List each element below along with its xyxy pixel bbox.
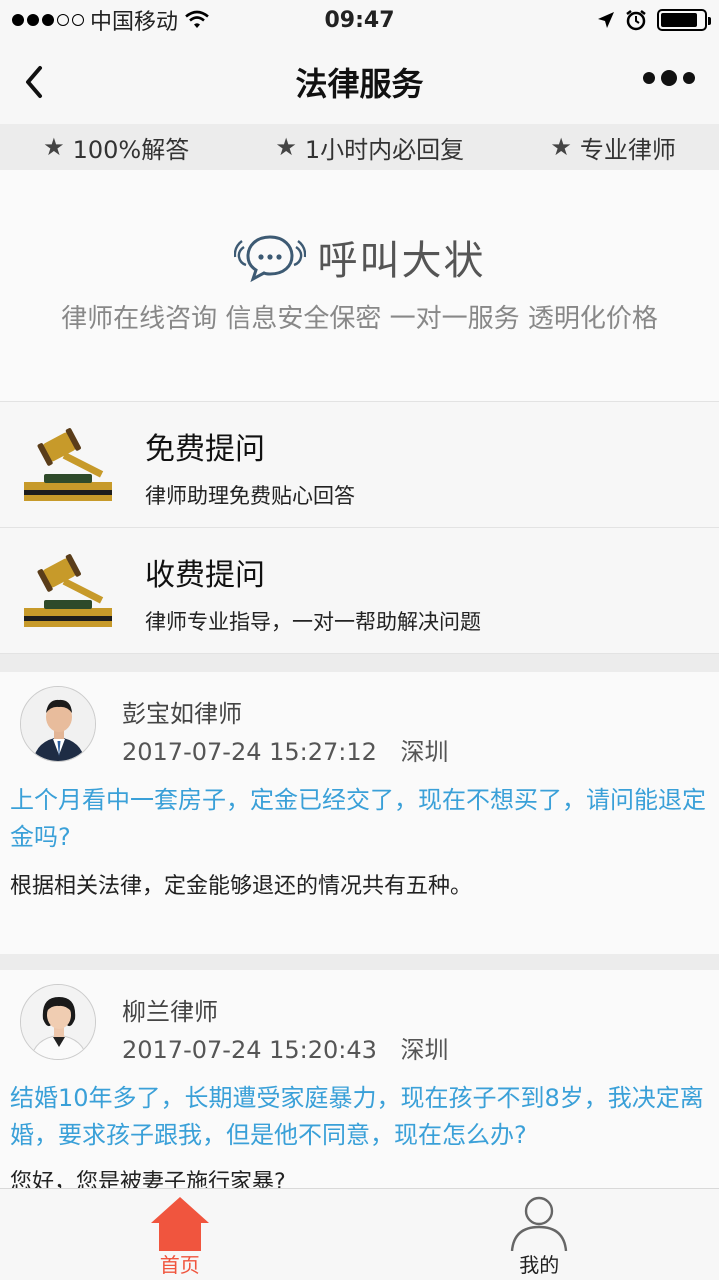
answer-text: 根据相关法律，定金能够退还的情况共有五种。 <box>10 874 473 899</box>
star-icon: ★ <box>550 133 572 161</box>
option-description: 律师助理免费贴心回答 <box>145 484 355 508</box>
gavel-icon <box>24 428 112 501</box>
location-arrow-icon <box>598 12 614 28</box>
paid-question-option[interactable]: 收费提问 律师专业指导，一对一帮助解决问题 <box>0 528 719 654</box>
post-city: 深圳 <box>400 738 449 766</box>
feature-item: ★ 1小时内必回复 <box>275 130 464 165</box>
brand-name: 呼叫大状 <box>317 238 486 284</box>
lawyer-portrait-icon <box>21 985 95 1059</box>
tab-label: 我的 <box>519 1253 560 1277</box>
battery-icon <box>657 9 711 31</box>
nav-bar: 法律服务 <box>0 40 719 124</box>
section-divider <box>0 954 719 970</box>
feature-item: ★ 专业律师 <box>550 130 676 165</box>
post-meta: 2017-07-24 15:27:12 深圳 <box>122 732 449 767</box>
status-left: 中国移动 <box>12 4 597 36</box>
status-bar: 中国移动 09:47 <box>0 0 719 40</box>
feature-item: ★ 100%解答 <box>43 130 189 165</box>
avatar[interactable] <box>20 686 96 762</box>
tab-me[interactable]: 我的 <box>360 1189 719 1280</box>
carrier-label: 中国移动 <box>90 10 179 35</box>
user-icon <box>511 1196 568 1251</box>
post-datetime: 2017-07-24 15:27:12 <box>122 738 377 766</box>
battery-fill <box>661 13 697 27</box>
chat-bubble-logo-icon <box>233 235 306 283</box>
qa-post[interactable]: 柳兰律师 2017-07-24 15:20:43 深圳 结婚10年多了，长期遭受… <box>0 970 719 1188</box>
post-datetime: 2017-07-24 15:20:43 <box>122 1036 377 1064</box>
tab-home[interactable]: 首页 <box>0 1189 360 1280</box>
post-meta: 2017-07-24 15:20:43 深圳 <box>122 1030 449 1065</box>
feature-label: 1小时内必回复 <box>304 135 465 164</box>
feature-label: 专业律师 <box>579 135 676 164</box>
option-description: 律师专业指导，一对一帮助解决问题 <box>145 610 481 634</box>
lawyer-name: 彭宝如律师 <box>122 700 242 728</box>
gavel-icon <box>24 554 112 627</box>
page-title: 法律服务 <box>295 65 424 103</box>
section-divider <box>0 654 719 672</box>
question-text: 结婚10年多了，长期遭受家庭暴力，现在孩子不到8岁，我决定离婚，要求孩子跟我，但… <box>10 1084 704 1149</box>
post-city: 深圳 <box>400 1036 449 1064</box>
wifi-icon <box>185 10 209 28</box>
option-title: 收费提问 <box>145 558 265 593</box>
question-text: 上个月看中一套房子，定金已经交了，现在不想买了，请问能退定金吗? <box>10 786 706 851</box>
option-title: 免费提问 <box>145 432 265 467</box>
brand-logo: 呼叫大状 <box>0 228 719 286</box>
star-icon: ★ <box>43 133 65 161</box>
more-dots-icon[interactable] <box>643 70 695 86</box>
avatar[interactable] <box>20 984 96 1060</box>
star-icon: ★ <box>275 133 297 161</box>
feature-label: 100%解答 <box>72 135 190 164</box>
tab-bar: 首页 我的 <box>0 1188 719 1280</box>
lawyer-name: 柳兰律师 <box>122 998 218 1026</box>
brand-section: 呼叫大状 律师在线咨询 信息安全保密 一对一服务 透明化价格 <box>0 170 719 402</box>
status-right <box>597 9 711 31</box>
signal-strength-icon <box>12 14 84 26</box>
alarm-icon <box>626 10 646 31</box>
brand-tagline: 律师在线咨询 信息安全保密 一对一服务 透明化价格 <box>61 304 658 334</box>
tab-label: 首页 <box>159 1253 200 1277</box>
answer-text: 您好，您是被妻子施行家暴? <box>10 1170 286 1188</box>
lawyer-portrait-icon <box>21 687 95 761</box>
free-question-option[interactable]: 免费提问 律师助理免费贴心回答 <box>0 402 719 528</box>
home-icon <box>150 1197 209 1251</box>
chevron-left-icon[interactable] <box>18 62 50 102</box>
features-strip: ★ 100%解答 ★ 1小时内必回复 ★ 专业律师 <box>0 124 719 170</box>
qa-post[interactable]: 彭宝如律师 2017-07-24 15:27:12 深圳 上个月看中一套房子，定… <box>0 672 719 954</box>
